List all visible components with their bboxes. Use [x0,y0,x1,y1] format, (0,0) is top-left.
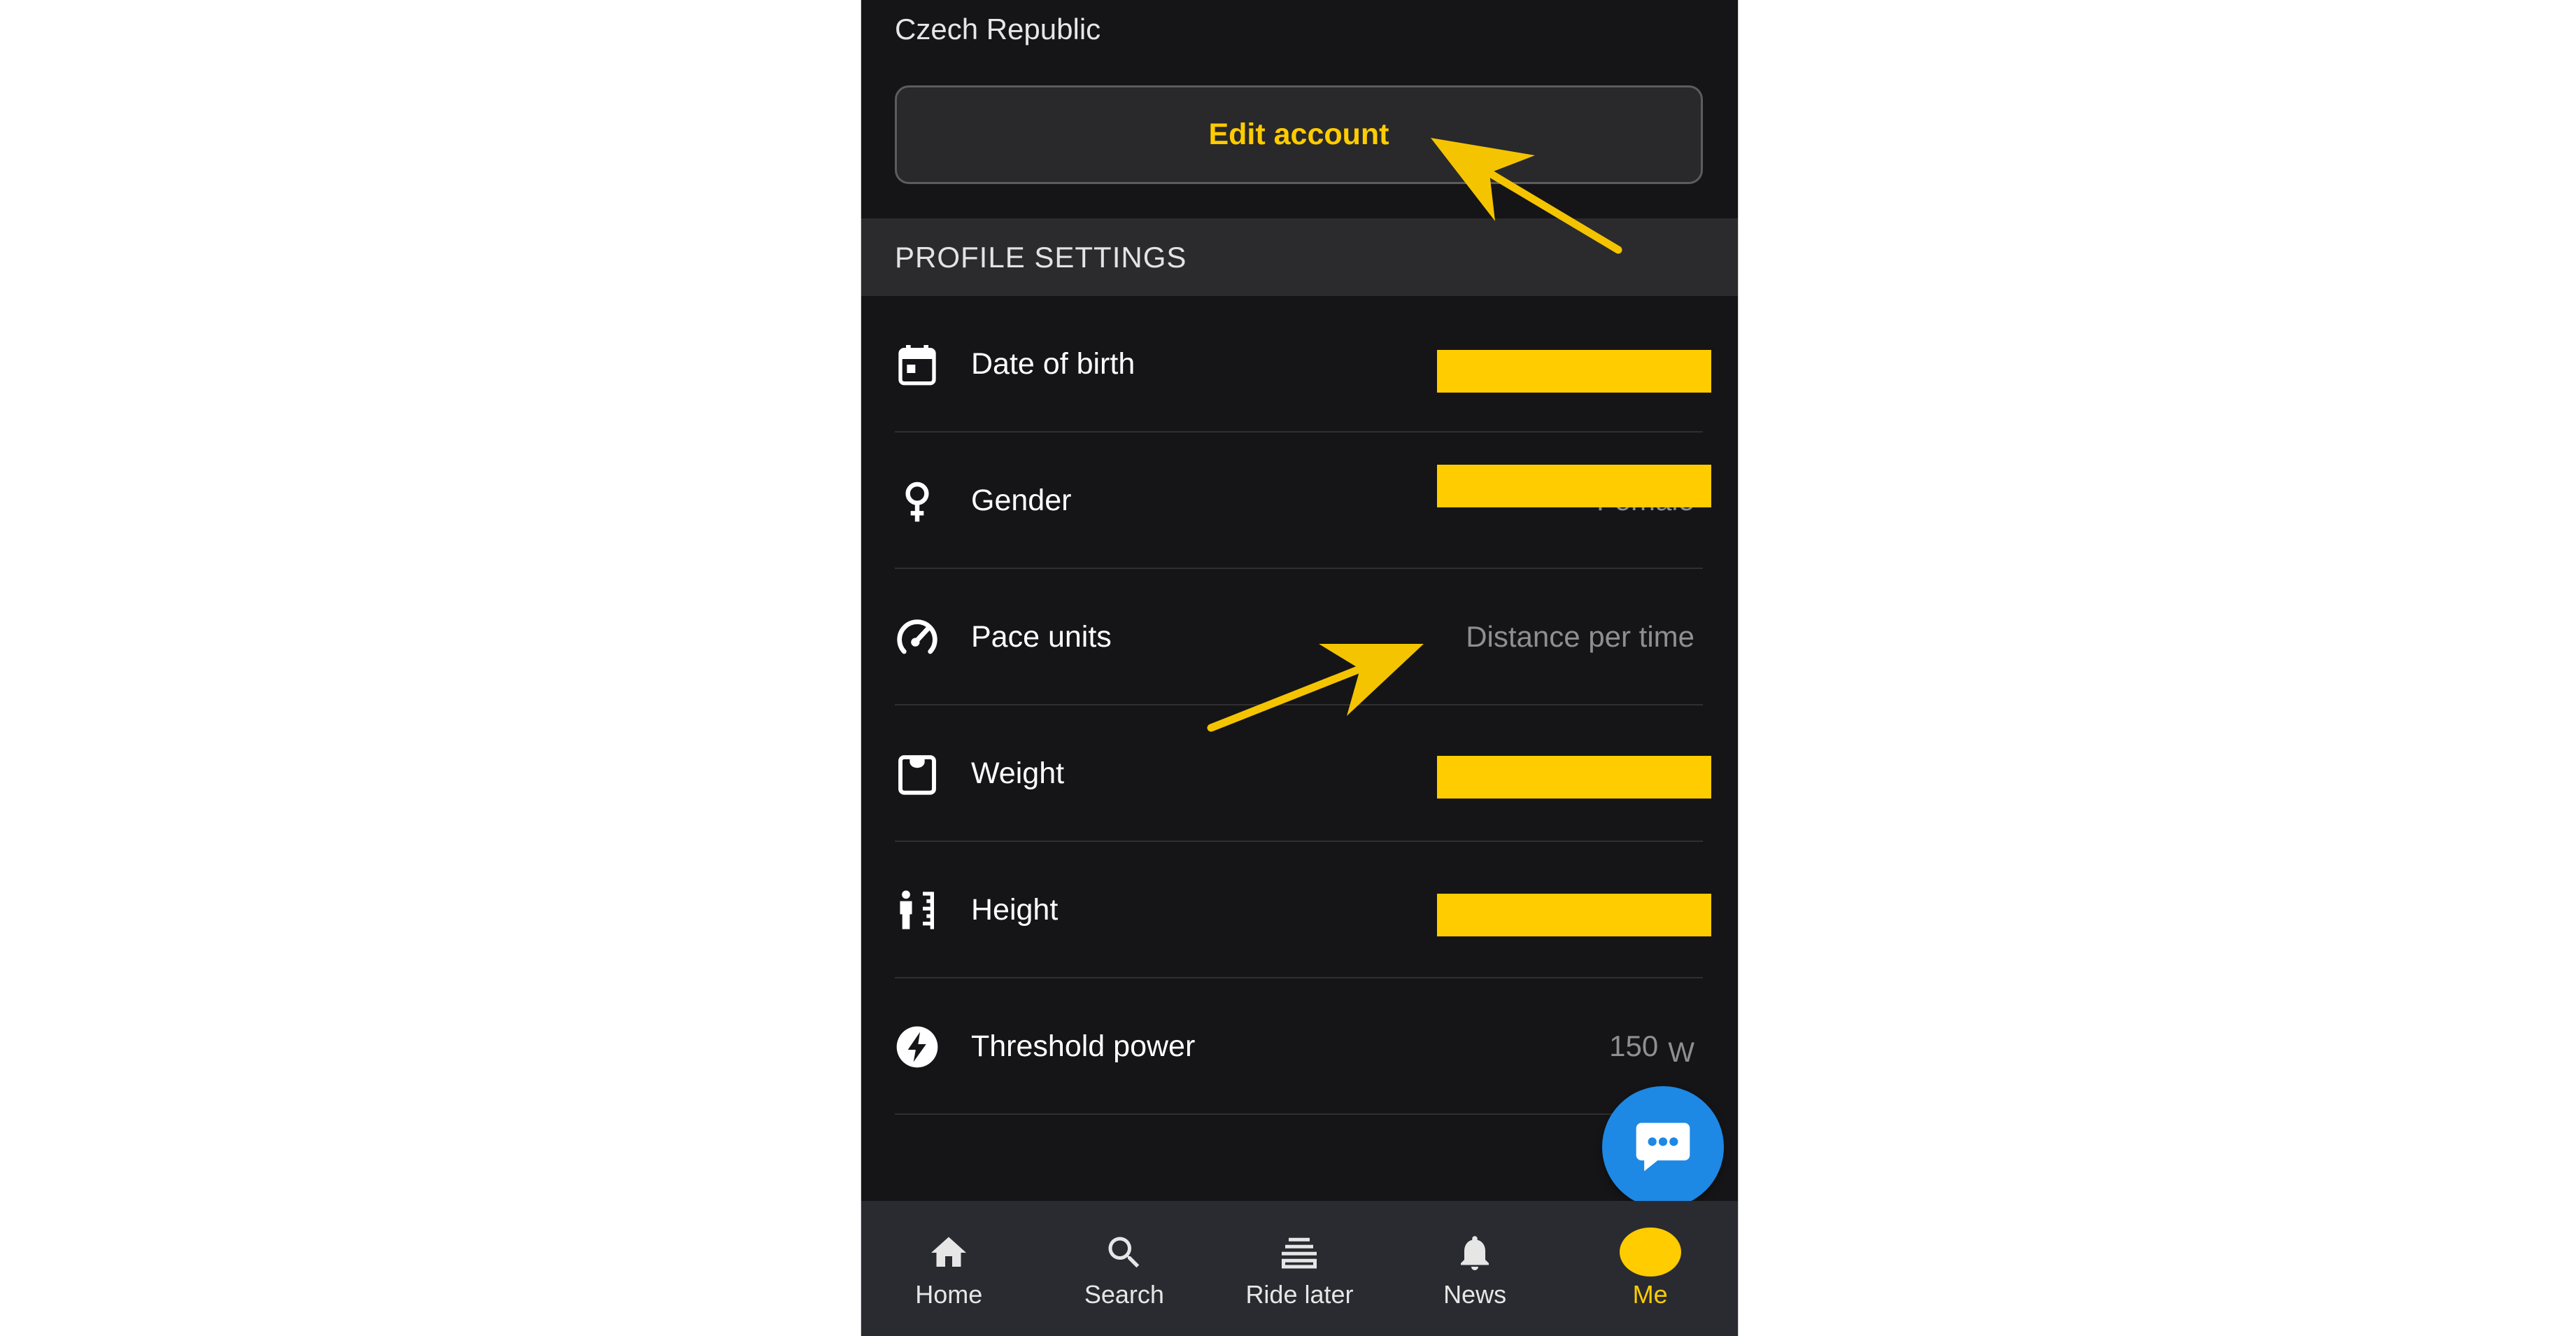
ride-later-list-icon [1278,1232,1320,1274]
setting-label: Height [971,893,1059,927]
weight-icon [895,752,940,796]
setting-row-threshold-power[interactable]: Threshold power 150 W [861,978,1738,1115]
setting-row-pace-units[interactable]: Pace units Distance per time [861,569,1738,705]
gender-female-icon [895,479,940,523]
setting-label: Date of birth [971,347,1135,381]
nav-me[interactable]: Me [1562,1201,1738,1336]
nav-label: Me [1632,1280,1668,1309]
chat-button[interactable] [1602,1086,1724,1208]
nav-home[interactable]: Home [861,1201,1037,1336]
app-screen: Czech Republic Edit account PROFILE SETT… [861,0,1738,1336]
nav-label: News [1443,1280,1507,1309]
nav-news[interactable]: News [1387,1201,1563,1336]
redaction-bar [1437,756,1711,799]
section-title: PROFILE SETTINGS [895,241,1187,274]
home-icon [928,1232,970,1274]
setting-label: Weight [971,757,1065,790]
lightning-bolt-icon [895,1025,940,1069]
section-header: PROFILE SETTINGS [861,218,1738,296]
nav-label: Search [1084,1280,1164,1309]
nav-search[interactable]: Search [1037,1201,1212,1336]
setting-value: Distance per time [1466,620,1694,653]
nav-label: Ride later [1245,1280,1354,1309]
bottom-navigation: Home Search Ride later News Me [861,1201,1738,1336]
setting-value: 150 W [1609,1027,1694,1068]
setting-label: Gender [971,484,1072,517]
avatar [1619,1228,1681,1277]
redaction-bar [1437,894,1711,936]
chat-bubble-icon [1636,1123,1690,1172]
speedometer-icon [895,615,940,660]
threshold-power-number: 150 [1609,1029,1659,1062]
setting-label: Threshold power [971,1029,1196,1063]
nav-label: Home [915,1280,983,1309]
calendar-icon [895,342,940,387]
threshold-power-unit: W [1668,1037,1694,1068]
edit-account-button[interactable]: Edit account [895,85,1703,184]
height-icon [895,888,940,933]
redaction-bar [1437,465,1711,507]
country-text: Czech Republic [895,13,1101,45]
search-icon [1103,1232,1145,1274]
profile-settings-list: Date of birth Gender Female Pa [861,296,1738,1115]
bell-icon [1454,1232,1496,1274]
nav-ride-later[interactable]: Ride later [1212,1201,1387,1336]
setting-label: Pace units [971,620,1112,654]
redaction-bar [1437,350,1711,393]
